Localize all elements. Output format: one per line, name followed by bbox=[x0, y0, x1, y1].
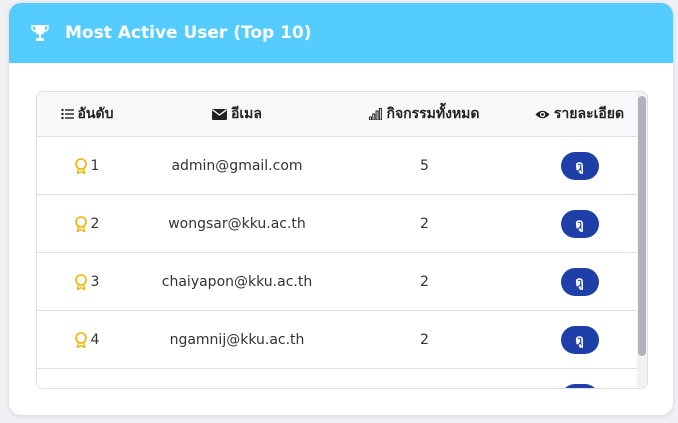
email-cell: admin@gmail.com bbox=[171, 157, 303, 174]
card-title: Most Active User (Top 10) bbox=[65, 23, 312, 43]
list-icon bbox=[60, 108, 74, 120]
details-cell: ดู bbox=[512, 267, 647, 296]
envelope-icon bbox=[211, 108, 227, 120]
medal-icon bbox=[74, 331, 87, 348]
table-header: อันดับ อีเมล กิจกรรมทั้งหมด รายละเอียด bbox=[37, 92, 647, 137]
table-row: 3 chaiyapon@kku.ac.th 2 ดู bbox=[37, 253, 647, 311]
email-cell: ngamnij@kku.ac.th bbox=[169, 331, 305, 348]
rank-cell: 3 bbox=[37, 274, 137, 290]
view-button[interactable]: ดู bbox=[560, 209, 599, 238]
table-row: 4 ngamnij@kku.ac.th 2 ดู bbox=[37, 311, 647, 369]
medal-icon bbox=[74, 157, 87, 174]
table-scrollbar[interactable] bbox=[637, 92, 647, 388]
activity-count-cell: 5 bbox=[420, 157, 429, 174]
column-header-details[interactable]: รายละเอียด bbox=[512, 103, 647, 125]
view-button[interactable]: ดู bbox=[560, 325, 599, 354]
table-row: 1 admin@gmail.com 5 ดู bbox=[37, 137, 647, 195]
activity-count-cell: 2 bbox=[420, 331, 429, 348]
scrollbar-thumb[interactable] bbox=[638, 96, 646, 356]
column-header-rank[interactable]: อันดับ bbox=[37, 103, 137, 125]
rank-cell: 2 bbox=[37, 216, 137, 232]
trophy-icon bbox=[31, 24, 49, 42]
rank-cell: 1 bbox=[37, 158, 137, 174]
email-cell: chaiyapon@kku.ac.th bbox=[161, 273, 313, 290]
rank-cell: 4 bbox=[37, 332, 137, 348]
activity-count-cell: 2 bbox=[420, 215, 429, 232]
view-button[interactable] bbox=[560, 383, 599, 388]
bar-chart-icon bbox=[369, 108, 383, 120]
view-button[interactable]: ดู bbox=[560, 267, 599, 296]
details-cell: ดู bbox=[512, 325, 647, 354]
details-cell: ดู bbox=[512, 151, 647, 180]
activity-count-cell: 2 bbox=[420, 273, 429, 290]
eye-icon bbox=[535, 109, 550, 120]
card-header: Most Active User (Top 10) bbox=[9, 3, 673, 63]
medal-icon bbox=[74, 273, 87, 290]
most-active-user-card: Most Active User (Top 10) อันดับ อีเมล ก… bbox=[9, 3, 673, 415]
medal-icon bbox=[74, 215, 87, 232]
column-header-email[interactable]: อีเมล bbox=[137, 103, 337, 125]
column-header-activity[interactable]: กิจกรรมทั้งหมด bbox=[337, 103, 512, 125]
user-table: อันดับ อีเมล กิจกรรมทั้งหมด รายละเอียด 1… bbox=[36, 91, 648, 389]
details-cell: ดู bbox=[512, 209, 647, 238]
details-cell bbox=[512, 383, 647, 388]
email-cell: wongsar@kku.ac.th bbox=[168, 215, 306, 232]
table-row bbox=[37, 369, 647, 388]
view-button[interactable]: ดู bbox=[560, 151, 599, 180]
table-row: 2 wongsar@kku.ac.th 2 ดู bbox=[37, 195, 647, 253]
